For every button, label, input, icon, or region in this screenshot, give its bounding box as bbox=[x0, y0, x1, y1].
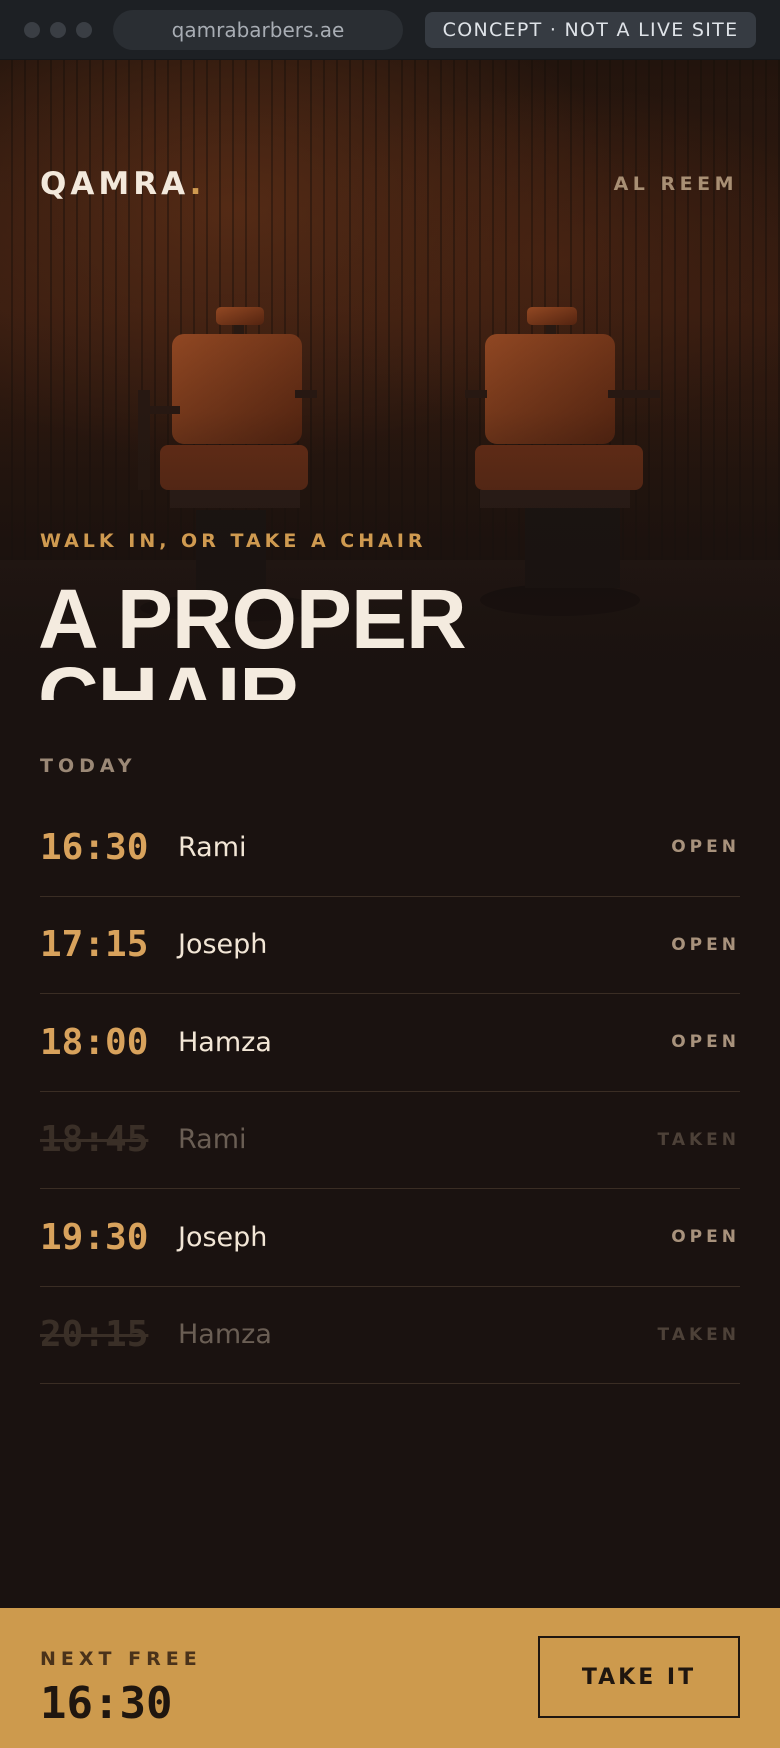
concept-badge: CONCEPT · NOT A LIVE SITE bbox=[425, 12, 756, 48]
slot-row-taken: 18:45 Rami TAKEN bbox=[40, 1092, 740, 1189]
slot-barber: Joseph bbox=[178, 929, 268, 961]
window-controls bbox=[24, 21, 92, 38]
slot-row[interactable]: 19:30 Joseph OPEN bbox=[40, 1189, 740, 1287]
next-free-label: NEXT FREE bbox=[40, 1648, 202, 1670]
slot-barber: Rami bbox=[178, 1124, 247, 1156]
slot-barber: Hamza bbox=[178, 1026, 272, 1058]
slot-time: 20:15 bbox=[40, 1314, 149, 1356]
maximize-window-dot[interactable] bbox=[76, 21, 92, 38]
slot-status: OPEN bbox=[671, 934, 740, 955]
slot-time: 16:30 bbox=[40, 826, 149, 868]
slot-time: 18:45 bbox=[40, 1119, 149, 1161]
booking-bar: NEXT FREE 16:30 TAKE IT bbox=[0, 1608, 780, 1748]
slot-row-taken: 20:15 Hamza TAKEN bbox=[40, 1287, 740, 1384]
slot-status: TAKEN bbox=[657, 1129, 740, 1150]
next-free-time: 16:30 bbox=[40, 1678, 173, 1729]
slot-status: OPEN bbox=[671, 1032, 740, 1053]
hero-headline: A PROPER CHAIR. bbox=[38, 577, 467, 700]
address-bar[interactable]: qamrabarbers.ae bbox=[113, 10, 403, 50]
slot-row[interactable]: 18:00 Hamza OPEN bbox=[40, 994, 740, 1092]
slot-status: OPEN bbox=[671, 1227, 740, 1248]
slot-barber: Rami bbox=[178, 831, 247, 863]
slot-time: 19:30 bbox=[40, 1216, 149, 1258]
brand-dot: . bbox=[189, 166, 206, 202]
brand-name: QAMRA bbox=[40, 166, 190, 202]
take-it-button[interactable]: TAKE IT bbox=[538, 1636, 740, 1718]
slot-status: TAKEN bbox=[657, 1324, 740, 1345]
hero: QAMRA. AL REEM WALK IN, OR TAKE A CHAIR … bbox=[0, 60, 780, 700]
browser-chrome: qamrabarbers.ae CONCEPT · NOT A LIVE SIT… bbox=[0, 0, 780, 60]
slot-status: OPEN bbox=[671, 837, 740, 858]
slot-barber: Joseph bbox=[178, 1221, 268, 1253]
slot-barber: Hamza bbox=[178, 1319, 272, 1351]
hero-kicker: WALK IN, OR TAKE A CHAIR bbox=[40, 530, 427, 552]
slot-time: 18:00 bbox=[40, 1021, 149, 1063]
minimize-window-dot[interactable] bbox=[50, 21, 66, 38]
slot-list: 16:30 Rami OPEN 17:15 Joseph OPEN 18:00 … bbox=[40, 799, 740, 1384]
slot-time: 17:15 bbox=[40, 924, 149, 966]
close-window-dot[interactable] bbox=[24, 21, 40, 38]
slot-row[interactable]: 16:30 Rami OPEN bbox=[40, 799, 740, 897]
brand-logo[interactable]: QAMRA. bbox=[40, 166, 205, 202]
slot-row[interactable]: 17:15 Joseph OPEN bbox=[40, 897, 740, 994]
schedule-label: TODAY bbox=[40, 755, 137, 777]
headline-line-2: CHAIR. bbox=[38, 650, 322, 700]
location-label: AL REEM bbox=[613, 173, 738, 195]
